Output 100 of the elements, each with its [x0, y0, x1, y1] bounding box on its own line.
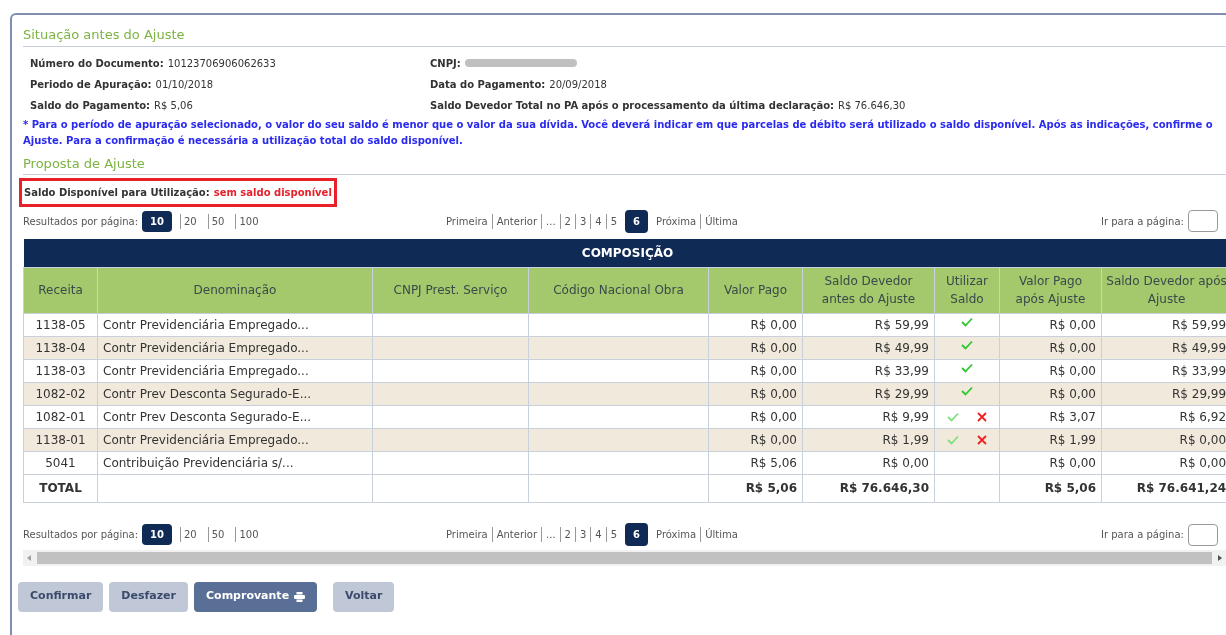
- page-link[interactable]: Primeira: [442, 527, 492, 542]
- scrollbar-thumb[interactable]: [37, 551, 1212, 564]
- page-input[interactable]: [1187, 210, 1218, 232]
- table-cell: R$ 0,00: [999, 336, 1102, 359]
- horizontal-scrollbar[interactable]: [23, 549, 1226, 566]
- field-label: CNPJ:: [430, 56, 461, 71]
- action-button[interactable]: Voltar: [333, 581, 395, 612]
- per-page-option[interactable]: 20: [180, 213, 200, 229]
- column-header: Saldo Devedor antes do Ajuste: [802, 267, 935, 313]
- table-cell: Contr Previdenciária Empregado...: [97, 336, 373, 359]
- check-icon[interactable]: [961, 362, 973, 373]
- table-cell: R$ 1,99: [802, 428, 935, 451]
- column-header: CNPJ Prest. Serviço: [372, 267, 529, 313]
- page-link[interactable]: Anterior: [491, 527, 542, 542]
- field-value: R$ 5,06: [154, 98, 193, 113]
- per-page-option[interactable]: 10: [142, 524, 172, 545]
- page-link[interactable]: 2: [559, 527, 575, 542]
- goto-label: Ir para a página:: [1101, 214, 1184, 229]
- check-icon[interactable]: [961, 339, 973, 350]
- table-cell: 1138-05: [23, 313, 98, 336]
- check-icon[interactable]: [961, 316, 973, 327]
- field-label: Saldo do Pagamento:: [30, 98, 151, 113]
- table-cell: R$ 0,00: [802, 451, 935, 474]
- page-link[interactable]: 3: [574, 527, 591, 542]
- page-link[interactable]: 3: [574, 213, 591, 229]
- page-link[interactable]: ...: [541, 527, 560, 542]
- check-icon[interactable]: [961, 385, 973, 396]
- table-cell: R$ 0,00: [999, 382, 1102, 405]
- check-icon[interactable]: [947, 434, 959, 445]
- check-icon[interactable]: [947, 411, 959, 422]
- per-page-option[interactable]: 50: [207, 213, 228, 229]
- page-link[interactable]: 2: [559, 213, 575, 229]
- per-page-label: Resultados por página:: [23, 528, 139, 542]
- notice-text: * Para o período de apuração selecionado, o valor do seu saldo é menor que o valor da sua dívida. Você deverá indicar em que parcelas de débito será utilizado o saldo disponível. Após as indicações, confirme o Ajuste. Para a confirmação é necessária a utilização total do saldo disponível.: [23, 117, 1214, 148]
- page-link[interactable]: 4: [590, 527, 606, 542]
- table-cell: R$ 5,06: [708, 451, 803, 474]
- page-link[interactable]: Primeira: [442, 213, 492, 229]
- page-link[interactable]: 5: [605, 213, 622, 229]
- page-link[interactable]: Anterior: [491, 213, 542, 229]
- table-cell: 1082-02: [23, 382, 98, 405]
- table-cell: R$ 0,00: [999, 451, 1102, 474]
- field-value: 20/09/2018: [549, 77, 607, 92]
- column-header: Valor Pago após Ajuste: [999, 267, 1102, 313]
- page-link[interactable]: Próxima: [652, 527, 701, 542]
- balance-value: sem saldo disponível: [213, 186, 332, 200]
- table-cell: R$ 9,99: [802, 405, 935, 428]
- page-link[interactable]: Última: [700, 213, 742, 229]
- per-page-option[interactable]: 20: [180, 527, 200, 542]
- per-page-option[interactable]: 10: [142, 210, 172, 232]
- table-cell: 1082-01: [23, 405, 98, 428]
- table-cell: R$ 76.646,30: [802, 474, 935, 502]
- balance-label: Saldo Disponível para Utilização:: [24, 186, 210, 200]
- per-page-option[interactable]: 50: [207, 527, 228, 542]
- field-label: Número do Documento:: [30, 56, 164, 71]
- table-cell: R$ 29,99: [802, 382, 935, 405]
- page-link[interactable]: 5: [605, 527, 622, 542]
- table-cell: R$ 5,06: [999, 474, 1102, 502]
- page-link[interactable]: Próxima: [652, 213, 701, 229]
- table-cell: R$ 1,99: [999, 428, 1102, 451]
- page-link[interactable]: 6: [625, 523, 649, 546]
- table-cell: R$ 0,00: [999, 359, 1102, 382]
- action-button[interactable]: Confirmar: [18, 581, 104, 612]
- page-link[interactable]: 4: [590, 213, 606, 229]
- table-cell: Contr Previdenciária Empregado...: [97, 313, 373, 336]
- field-label: Periodo de Apuração:: [30, 77, 152, 92]
- table-title: COMPOSIÇÃO: [23, 239, 1226, 267]
- total-label: TOTAL: [23, 474, 98, 502]
- table-cell: Contr Prev Desconta Segurado-E...: [97, 382, 373, 405]
- per-page-option[interactable]: 100: [235, 527, 262, 542]
- table-cell: R$ 33,99: [802, 359, 935, 382]
- table-cell: R$ 0,00: [708, 382, 803, 405]
- remove-icon[interactable]: [977, 434, 987, 445]
- table-cell: Contribuição Previdenciária s/...: [97, 451, 373, 474]
- column-header: Valor Pago: [708, 267, 803, 313]
- per-page-label: Resultados por página:: [23, 214, 139, 229]
- column-header: Receita: [23, 267, 98, 313]
- field-label: Saldo Devedor Total no PA após o processamento da última declaração:: [430, 98, 834, 113]
- per-page-option[interactable]: 100: [235, 213, 262, 229]
- table-cell: Contr Previdenciária Empregado...: [97, 428, 373, 451]
- column-header: Utilizar Saldo: [934, 267, 1000, 313]
- remove-icon[interactable]: [977, 411, 987, 422]
- print-button[interactable]: Comprovante: [194, 581, 318, 612]
- table-cell: 1138-01: [23, 428, 98, 451]
- table-cell: R$ 3,07: [999, 405, 1102, 428]
- table-cell: R$ 0,00: [708, 359, 803, 382]
- table-cell: R$ 0,00: [999, 313, 1102, 336]
- column-header: Código Nacional Obra: [528, 267, 709, 313]
- table-cell: Contr Prev Desconta Segurado-E...: [97, 405, 373, 428]
- field-label: Data do Pagamento:: [430, 77, 546, 92]
- column-header: Denominação: [97, 267, 373, 313]
- page-input[interactable]: [1187, 523, 1218, 546]
- page-link[interactable]: ...: [541, 213, 560, 229]
- page-link[interactable]: Última: [700, 527, 742, 542]
- table-cell: R$ 0,00: [708, 336, 803, 359]
- table-cell: R$ 0,00: [708, 313, 803, 336]
- table-cell: 1138-03: [23, 359, 98, 382]
- table-cell: Contr Previdenciária Empregado...: [97, 359, 373, 382]
- page-link[interactable]: 6: [625, 209, 649, 233]
- action-button[interactable]: Desfazer: [109, 581, 188, 612]
- column-header: Saldo Devedor após Ajuste: [1101, 267, 1226, 313]
